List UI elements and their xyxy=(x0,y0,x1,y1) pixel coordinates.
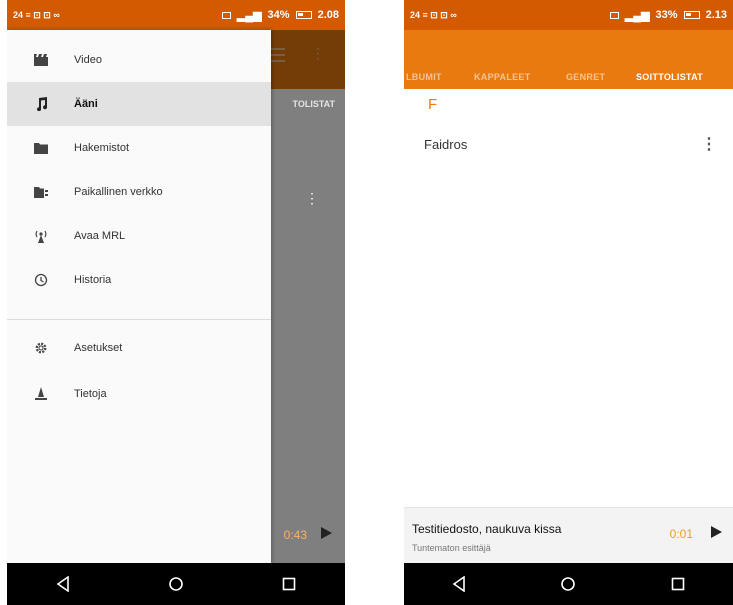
drawer-item-label: Avaa MRL xyxy=(74,230,126,242)
section-header-letter: F xyxy=(428,96,438,113)
status-time: 2.08 xyxy=(317,9,339,21)
status-time: 2.13 xyxy=(705,9,727,21)
drawer-item-tietoja[interactable]: Tietoja xyxy=(7,372,271,416)
tab-soittolistat-partial: TOLISTAT xyxy=(292,99,336,109)
tab-genret[interactable]: GENRET xyxy=(566,72,605,82)
tab-soittolistat[interactable]: SOITTOLISTAT xyxy=(636,72,703,82)
drawer-item-asetukset[interactable]: Asetukset xyxy=(7,326,271,370)
drawer-item-avaa-mrl[interactable]: Avaa MRL xyxy=(7,214,271,258)
battery-icon xyxy=(295,11,312,19)
status-icons-right: ▂▄▆ 33% 2.13 xyxy=(609,9,727,22)
vlc-cone-icon xyxy=(7,387,74,401)
history-icon xyxy=(7,273,74,287)
signal-icon: ▂▄▆ xyxy=(624,9,650,22)
tab-albumit[interactable]: LBUMIT xyxy=(406,72,442,82)
network-folder-icon xyxy=(7,186,74,198)
alarm-icon xyxy=(221,11,231,19)
left-phone-screen: 24 ≡ ⊡ ⊡ ∞ ▂▄▆ 34% 2.08 ⋮ TOLISTAT ⋮ 0:4… xyxy=(7,0,345,605)
drawer-item-label: Hakemistot xyxy=(74,142,130,154)
drawer-item-label: Asetukset xyxy=(74,342,123,354)
track-time: 0:01 xyxy=(669,527,693,541)
drawer-item-hakemistot[interactable]: Hakemistot xyxy=(7,126,271,170)
track-artist: Tuntematon esittäjä xyxy=(412,543,491,553)
drawer-item-paikallinen-verkko[interactable]: Paikallinen verkko xyxy=(7,170,271,214)
play-icon[interactable] xyxy=(709,525,723,544)
navigation-drawer: Video Ääni Hakemistot Paikallinen verkko… xyxy=(7,30,271,563)
recents-button[interactable] xyxy=(663,577,693,591)
track-title: Testitiedosto, naukuva kissa xyxy=(412,522,562,536)
system-nav-bar xyxy=(404,563,733,605)
tab-kappaleet[interactable]: KAPPALEET xyxy=(474,72,531,82)
right-phone-screen: 24 ≡ ⊡ ⊡ ∞ ▂▄▆ 33% 2.13 LBUMIT KAPPALEET… xyxy=(404,0,733,605)
drawer-item-label: Tietoja xyxy=(74,388,107,400)
notification-icons: 24 ≡ ⊡ ⊡ ∞ xyxy=(410,9,457,20)
mini-player[interactable]: Testitiedosto, naukuva kissa Tuntematon … xyxy=(404,507,733,563)
app-bar: LBUMIT KAPPALEET GENRET SOITTOLISTAT xyxy=(404,30,733,94)
status-bar: 24 ≡ ⊡ ⊡ ∞ ▂▄▆ 34% 2.08 xyxy=(7,0,345,30)
drawer-divider xyxy=(7,319,271,320)
alarm-icon xyxy=(609,11,619,19)
status-icons-left: 24 ≡ ⊡ ⊡ ∞ xyxy=(13,10,60,21)
playlist-more-icon[interactable]: ⋮ xyxy=(701,134,717,154)
back-button[interactable] xyxy=(444,576,474,592)
battery-icon xyxy=(683,11,700,19)
back-button[interactable] xyxy=(48,576,78,592)
home-button[interactable] xyxy=(161,576,191,592)
drawer-item-label: Paikallinen verkko xyxy=(74,186,163,198)
movie-icon xyxy=(7,54,74,66)
gear-icon xyxy=(7,341,74,355)
drawer-item-label: Historia xyxy=(74,274,112,286)
drawer-item-label: Video xyxy=(74,54,102,66)
drawer-item-aani[interactable]: Ääni xyxy=(7,82,271,126)
recents-button[interactable] xyxy=(274,577,304,591)
active-tab-indicator xyxy=(630,92,733,94)
drawer-item-video[interactable]: Video xyxy=(7,38,271,82)
playlist-name: Faidros xyxy=(424,136,468,152)
play-icon xyxy=(319,526,333,545)
music-note-icon xyxy=(7,97,74,111)
playlist-row[interactable]: Faidros xyxy=(404,128,733,160)
status-icons-left: 24 ≡ ⊡ ⊡ ∞ xyxy=(410,10,457,21)
folder-icon xyxy=(7,142,74,154)
item-more-icon: ⋮ xyxy=(305,190,319,206)
home-button[interactable] xyxy=(553,576,583,592)
status-bar: 24 ≡ ⊡ ⊡ ∞ ▂▄▆ 33% 2.13 xyxy=(404,0,733,30)
signal-icon: ▂▄▆ xyxy=(236,9,262,22)
battery-percent: 34% xyxy=(267,9,290,21)
drawer-item-label: Ääni xyxy=(74,98,98,110)
battery-percent: 33% xyxy=(655,9,678,21)
drawer-item-historia[interactable]: Historia xyxy=(7,258,271,302)
notification-icons: 24 ≡ ⊡ ⊡ ∞ xyxy=(13,9,60,20)
system-nav-bar xyxy=(7,563,345,605)
audio-tabs: LBUMIT KAPPALEET GENRET SOITTOLISTAT xyxy=(404,66,733,94)
antenna-icon xyxy=(7,229,74,243)
miniplayer-time: 0:43 xyxy=(283,528,307,542)
status-icons-right: ▂▄▆ 34% 2.08 xyxy=(221,9,339,22)
